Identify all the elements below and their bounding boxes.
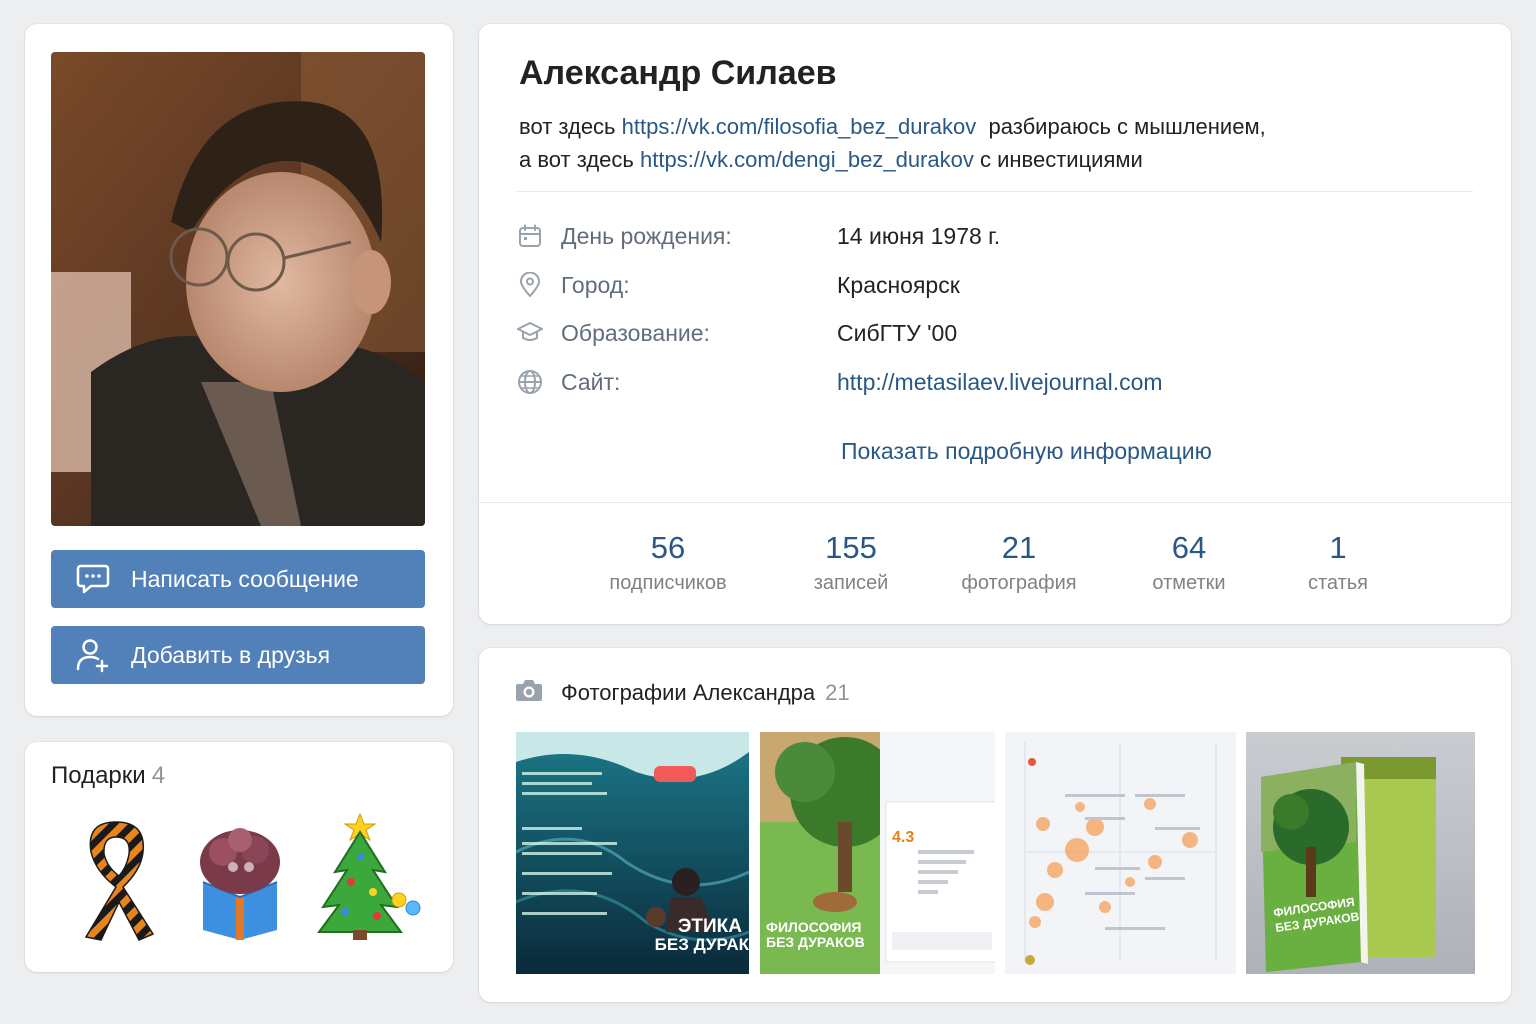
info-row-birthday: День рождения: 14 июня 1978 г. <box>517 216 1000 256</box>
info-label: Образование: <box>561 319 710 346</box>
info-label: Сайт: <box>561 368 621 395</box>
photo-thumb[interactable]: ЭТИКА БЕЗ ДУРАК <box>516 732 749 974</box>
photos-card: Фотографии Александра 21 ЭТИКА БЕЗ ДУРАК <box>479 648 1511 1002</box>
info-value: 14 июня 1978 г. <box>837 222 1001 249</box>
profile-name: Александр Силаев <box>519 54 837 92</box>
counter-followers[interactable]: 56 подписчиков <box>583 528 753 595</box>
photos-header[interactable]: Фотографии Александра 21 <box>515 678 850 708</box>
photos-title: Фотографии Александра <box>561 680 816 705</box>
add-friend-button[interactable]: Добавить в друзья <box>51 626 425 684</box>
ribbon-icon[interactable] <box>61 812 171 942</box>
info-row-site: Сайт: http://metasilaev.livejournal.com <box>517 362 1163 402</box>
counter-tags[interactable]: 64 отметки <box>1104 528 1274 595</box>
counter-value: 155 <box>825 530 877 565</box>
send-message-label: Написать сообщение <box>131 565 359 592</box>
info-label: День рождения: <box>561 222 732 249</box>
camera-icon <box>515 678 543 708</box>
gifts-title: Подарки <box>51 762 146 789</box>
thumb-caption: БЕЗ ДУРАКОВ <box>766 934 865 950</box>
calendar-icon <box>517 223 543 249</box>
location-pin-icon <box>517 272 543 298</box>
avatar-card: Написать сообщение Добавить в друзья <box>25 24 453 716</box>
photo-thumb[interactable]: 4.3 ФИЛОСОФИЯ БЕЗ ДУРАКОВ <box>760 732 995 974</box>
photo-thumb[interactable] <box>1005 732 1236 974</box>
gifts-count: 4 <box>151 762 166 789</box>
thumb-caption: ЭТИКА <box>678 916 742 937</box>
graduation-cap-icon <box>517 320 543 346</box>
status-link[interactable]: https://vk.com/dengi_bez_durakov <box>640 147 974 172</box>
status-text: а вот здесь <box>519 147 634 172</box>
counter-label: подписчиков <box>609 572 727 594</box>
counter-photos[interactable]: 21 фотография <box>934 528 1104 595</box>
divider <box>479 502 1511 503</box>
christmas-tree-icon[interactable] <box>315 812 425 942</box>
globe-icon <box>517 369 543 395</box>
add-friend-label: Добавить в друзья <box>131 641 331 668</box>
thumb-rating: 4.3 <box>892 829 914 846</box>
info-label: Город: <box>561 271 630 298</box>
avatar[interactable] <box>51 52 425 526</box>
profile-status: вот здесь https://vk.com/filosofia_bez_d… <box>519 110 1479 176</box>
counter-label: статья <box>1307 572 1369 594</box>
profile-info-card: Александр Силаев вот здесь https://vk.co… <box>479 24 1511 624</box>
status-text: с инвестициями <box>979 147 1143 172</box>
city-link[interactable]: Красноярск <box>837 272 960 299</box>
counter-posts[interactable]: 155 записей <box>766 528 936 595</box>
status-link[interactable]: https://vk.com/filosofia_bez_durakov <box>622 114 977 139</box>
photos-count: 21 <box>825 680 850 705</box>
education-link[interactable]: СибГТУ '00 <box>837 320 957 347</box>
counter-value: 56 <box>650 530 686 565</box>
status-text: вот здесь <box>519 114 616 139</box>
show-more-link[interactable]: Показать подробную информацию <box>841 438 1212 465</box>
thumb-caption: ФИЛОСОФИЯ <box>766 919 861 935</box>
divider <box>517 191 1473 192</box>
counter-value: 21 <box>1001 530 1037 565</box>
counter-value: 1 <box>1329 530 1347 565</box>
send-message-button[interactable]: Написать сообщение <box>51 550 425 608</box>
chat-bubble-icon <box>75 561 111 597</box>
gifts-header[interactable]: Подарки 4 <box>51 762 165 790</box>
counter-label: записей <box>813 572 889 594</box>
counter-value: 64 <box>1171 530 1207 565</box>
counter-label: фотография <box>961 572 1077 594</box>
counter-articles[interactable]: 1 статья <box>1253 528 1423 595</box>
website-link[interactable]: http://metasilaev.livejournal.com <box>837 369 1163 396</box>
gifts-card: Подарки 4 <box>25 742 453 972</box>
gift-box-icon[interactable] <box>185 812 295 942</box>
add-user-icon <box>75 637 111 673</box>
info-row-education: Образование: СибГТУ '00 <box>517 313 957 353</box>
info-row-city: Город: Красноярск <box>517 265 960 305</box>
thumb-caption: БЕЗ ДУРАК <box>655 935 749 954</box>
status-text: разбираюсь с мышлением, <box>988 114 1266 139</box>
counter-label: отметки <box>1152 572 1226 594</box>
photo-thumb[interactable]: ФИЛОСОФИЯ БЕЗ ДУРАКОВ <box>1246 732 1475 974</box>
